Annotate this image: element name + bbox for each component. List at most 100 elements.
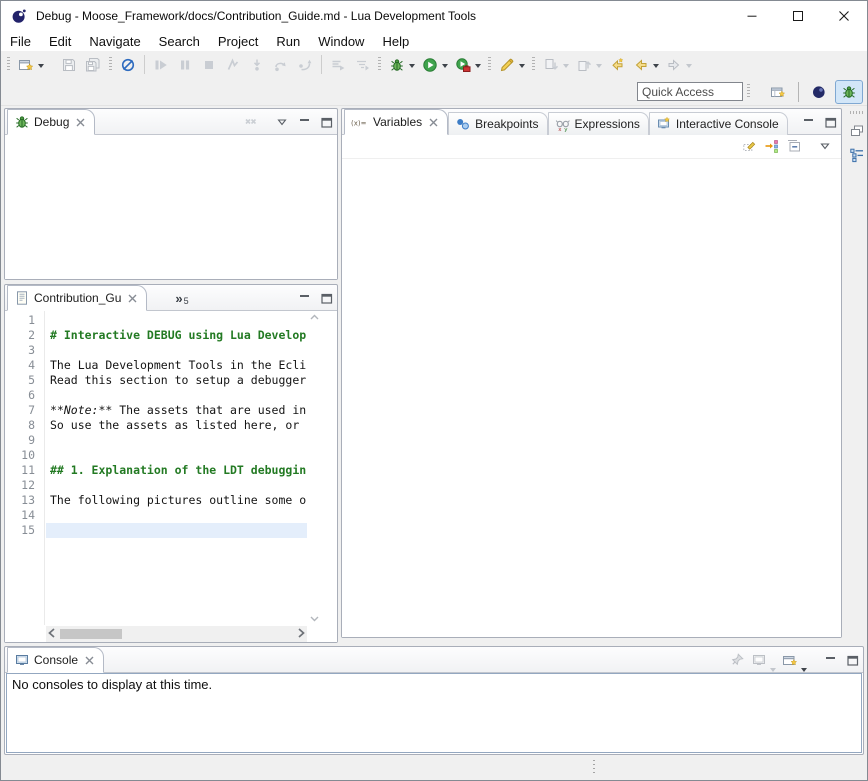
menu-project[interactable]: Project bbox=[209, 32, 267, 51]
minimize-button[interactable] bbox=[729, 1, 775, 31]
previous-annotation-button[interactable] bbox=[572, 54, 596, 76]
view-menu-button[interactable] bbox=[272, 112, 292, 132]
minimize-button[interactable] bbox=[798, 112, 818, 132]
dropdown-arrow-icon[interactable] bbox=[801, 668, 807, 672]
minimize-button[interactable] bbox=[294, 288, 314, 308]
scroll-right-icon[interactable] bbox=[298, 628, 305, 638]
maximize-button[interactable] bbox=[316, 288, 336, 308]
tab-expressions[interactable]: xyExpressions bbox=[548, 112, 649, 135]
mark-occurrences-button[interactable] bbox=[495, 54, 519, 76]
code-line[interactable] bbox=[46, 388, 307, 403]
trim-drag-handle[interactable] bbox=[850, 111, 863, 114]
line-number-ruler[interactable]: 123456789101112131415 bbox=[5, 311, 45, 625]
scroll-left-icon[interactable] bbox=[48, 628, 55, 638]
display-selected-console-button[interactable] bbox=[749, 650, 769, 670]
suspend-button[interactable] bbox=[173, 54, 197, 76]
toolbar-drag-handle[interactable] bbox=[747, 84, 750, 99]
dropdown-arrow-icon[interactable] bbox=[475, 64, 481, 68]
dropdown-arrow-icon[interactable] bbox=[442, 64, 448, 68]
menu-help[interactable]: Help bbox=[373, 32, 418, 51]
save-all-button[interactable] bbox=[81, 54, 105, 76]
toggle-step-filters-button[interactable] bbox=[350, 54, 374, 76]
save-button[interactable] bbox=[57, 54, 81, 76]
remove-all-terminated-button[interactable] bbox=[241, 112, 261, 132]
dropdown-arrow-icon[interactable] bbox=[653, 64, 659, 68]
menu-edit[interactable]: Edit bbox=[40, 32, 80, 51]
dropdown-arrow-icon[interactable] bbox=[519, 64, 525, 68]
tab-breakpoints[interactable]: Breakpoints bbox=[448, 112, 547, 135]
show-type-names-button[interactable] bbox=[740, 136, 760, 156]
pin-console-button[interactable] bbox=[727, 650, 747, 670]
code-line[interactable] bbox=[46, 523, 307, 538]
code-line[interactable] bbox=[46, 448, 307, 463]
close-icon[interactable] bbox=[84, 655, 95, 666]
debug-perspective-button[interactable] bbox=[835, 80, 863, 104]
toolbar-drag-handle[interactable] bbox=[488, 57, 491, 72]
menu-navigate[interactable]: Navigate bbox=[80, 32, 149, 51]
toolbar-drag-handle[interactable] bbox=[378, 57, 381, 72]
dropdown-arrow-icon[interactable] bbox=[596, 64, 602, 68]
maximize-button[interactable] bbox=[820, 112, 840, 132]
restore-views-button[interactable] bbox=[847, 121, 867, 141]
new-wizard-button[interactable] bbox=[14, 54, 38, 76]
code-line[interactable]: The Lua Development Tools in the Ecli bbox=[46, 358, 307, 373]
use-step-filters-button[interactable] bbox=[326, 54, 350, 76]
code-line[interactable]: # Interactive DEBUG using Lua Develop bbox=[46, 328, 307, 343]
outline-view-button[interactable] bbox=[847, 145, 867, 165]
external-tools-button[interactable] bbox=[451, 54, 475, 76]
code-line[interactable]: The following pictures outline some o bbox=[46, 493, 307, 508]
editor-text-area[interactable]: # Interactive DEBUG using Lua Develop The… bbox=[46, 313, 307, 538]
code-line[interactable] bbox=[46, 343, 307, 358]
dropdown-arrow-icon[interactable] bbox=[38, 64, 44, 68]
dropdown-arrow-icon[interactable] bbox=[409, 64, 415, 68]
view-menu-button[interactable] bbox=[815, 136, 835, 156]
last-edit-location-button[interactable] bbox=[605, 54, 629, 76]
editor-horizontal-scrollbar[interactable] bbox=[46, 626, 307, 642]
menu-run[interactable]: Run bbox=[267, 32, 309, 51]
close-button[interactable] bbox=[821, 1, 867, 31]
code-line[interactable] bbox=[46, 508, 307, 523]
run-button[interactable] bbox=[418, 54, 442, 76]
code-line[interactable] bbox=[46, 313, 307, 328]
tab-variables[interactable]: (x)=Variables bbox=[344, 109, 448, 135]
dropdown-arrow-icon[interactable] bbox=[563, 64, 569, 68]
scroll-down-icon[interactable] bbox=[310, 616, 319, 622]
minimize-button[interactable] bbox=[294, 112, 314, 132]
code-line[interactable] bbox=[46, 478, 307, 493]
dropdown-arrow-icon[interactable] bbox=[770, 668, 776, 672]
editor-vertical-scrollbar[interactable] bbox=[307, 311, 322, 625]
hidden-editors-chevron[interactable]: »5 bbox=[175, 291, 188, 306]
quick-access-input[interactable] bbox=[637, 82, 743, 101]
code-line[interactable]: **Note:** The assets that are used in bbox=[46, 403, 307, 418]
maximize-button[interactable] bbox=[775, 1, 821, 31]
maximize-button[interactable] bbox=[842, 650, 862, 670]
maximize-button[interactable] bbox=[316, 112, 336, 132]
next-annotation-button[interactable] bbox=[539, 54, 563, 76]
minimize-button[interactable] bbox=[820, 650, 840, 670]
disconnect-button[interactable] bbox=[221, 54, 245, 76]
toolbar-drag-handle[interactable] bbox=[532, 57, 535, 72]
tab-console[interactable]: Console bbox=[7, 647, 104, 673]
step-into-button[interactable] bbox=[245, 54, 269, 76]
status-drag-handle[interactable] bbox=[593, 760, 595, 776]
menu-file[interactable]: File bbox=[1, 32, 40, 51]
terminate-button[interactable] bbox=[197, 54, 221, 76]
skip-all-breakpoints-button[interactable] bbox=[116, 54, 140, 76]
back-button[interactable] bbox=[629, 54, 653, 76]
debug-button[interactable] bbox=[385, 54, 409, 76]
dropdown-arrow-icon[interactable] bbox=[686, 64, 692, 68]
tab-interactive-console[interactable]: Interactive Console bbox=[649, 112, 788, 135]
open-perspective-button[interactable] bbox=[764, 80, 792, 104]
code-line[interactable]: Read this section to setup a debugger bbox=[46, 373, 307, 388]
open-console-button[interactable] bbox=[780, 650, 800, 670]
code-line[interactable]: ## 1. Explanation of the LDT debuggin bbox=[46, 463, 307, 478]
resume-button[interactable] bbox=[149, 54, 173, 76]
tab-contribution-guide[interactable]: Contribution_Gu bbox=[7, 285, 147, 311]
scroll-up-icon[interactable] bbox=[310, 314, 319, 320]
code-line[interactable]: So use the assets as listed here, or bbox=[46, 418, 307, 433]
show-logical-structures-button[interactable] bbox=[762, 136, 782, 156]
tab-debug[interactable]: Debug bbox=[7, 109, 95, 135]
forward-button[interactable] bbox=[662, 54, 686, 76]
toolbar-drag-handle[interactable] bbox=[109, 57, 112, 72]
close-icon[interactable] bbox=[428, 117, 439, 128]
